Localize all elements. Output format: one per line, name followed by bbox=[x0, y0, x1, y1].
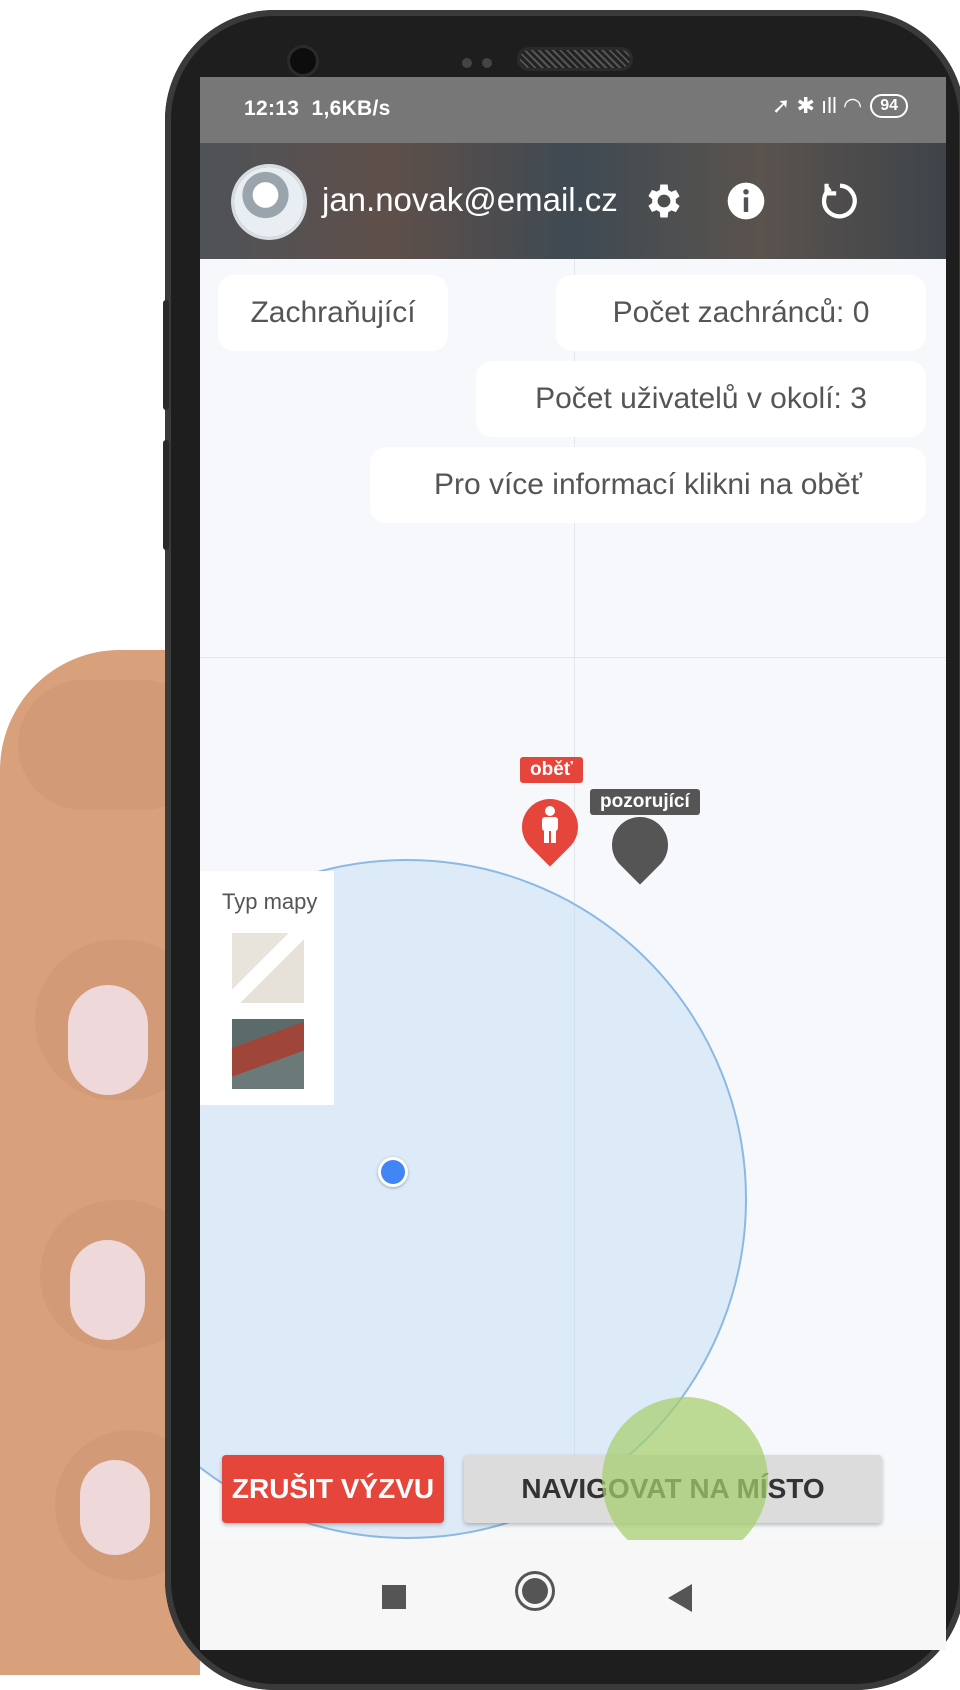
hint-chip: Pro více informací klikni na oběť bbox=[370, 447, 926, 523]
app-header: jan.novak@email.cz bbox=[200, 143, 946, 259]
sensor bbox=[482, 58, 492, 68]
observer-marker-label: pozorující bbox=[590, 789, 700, 815]
recents-icon[interactable] bbox=[382, 1585, 406, 1609]
refresh-icon[interactable] bbox=[812, 173, 868, 229]
person-icon bbox=[542, 806, 558, 843]
map-type-picker: Typ mapy bbox=[200, 871, 334, 1105]
map-type-satellite-thumbnail[interactable] bbox=[232, 1019, 304, 1089]
sensor bbox=[462, 58, 472, 68]
map-gridline bbox=[200, 657, 946, 658]
map-type-label: Typ mapy bbox=[222, 889, 318, 914]
rescuers-count-chip: Počet zachránců: 0 bbox=[556, 275, 926, 351]
status-time: 12:13 bbox=[244, 97, 300, 120]
status-indicator-icons: ➚ ✱ ıll ◠ bbox=[771, 93, 863, 118]
status-speed: 1,6KB/s bbox=[311, 97, 391, 120]
cancel-call-button[interactable]: ZRUŠIT VÝZVU bbox=[222, 1455, 444, 1523]
user-email: jan.novak@email.cz bbox=[322, 181, 618, 218]
system-nav-bar bbox=[200, 1540, 946, 1650]
map-type-road-thumbnail[interactable] bbox=[232, 933, 304, 1003]
fingernail bbox=[70, 1240, 145, 1340]
avatar[interactable] bbox=[234, 167, 304, 237]
info-icon[interactable] bbox=[718, 173, 774, 229]
earpiece-speaker bbox=[520, 50, 630, 68]
fingernail bbox=[80, 1460, 150, 1555]
status-time-speed: 12:13 1,6KB/s bbox=[244, 97, 391, 121]
battery-icon: 94 bbox=[870, 94, 908, 118]
observer-marker[interactable] bbox=[600, 805, 680, 885]
volume-button bbox=[163, 440, 169, 550]
victim-marker-label: oběť bbox=[520, 757, 583, 783]
touch-indicator bbox=[602, 1397, 768, 1563]
map-view[interactable]: Zachraňující Počet zachránců: 0 Počet už… bbox=[200, 259, 946, 1539]
status-icons: ➚ ✱ ıll ◠ 94 bbox=[772, 93, 908, 119]
fingernail bbox=[68, 985, 148, 1095]
phone-screen: 12:13 1,6KB/s ➚ ✱ ıll ◠ 94 jan.novak@ema… bbox=[200, 77, 946, 1650]
users-nearby-chip: Počet uživatelů v okolí: 3 bbox=[476, 361, 926, 437]
gear-icon[interactable] bbox=[636, 173, 692, 229]
front-camera bbox=[290, 48, 316, 74]
role-chip: Zachraňující bbox=[218, 275, 448, 351]
home-icon[interactable] bbox=[522, 1578, 548, 1604]
volume-button bbox=[163, 300, 169, 410]
status-bar: 12:13 1,6KB/s ➚ ✱ ıll ◠ 94 bbox=[200, 77, 946, 143]
back-icon[interactable] bbox=[668, 1584, 692, 1612]
my-location-dot bbox=[378, 1157, 408, 1187]
